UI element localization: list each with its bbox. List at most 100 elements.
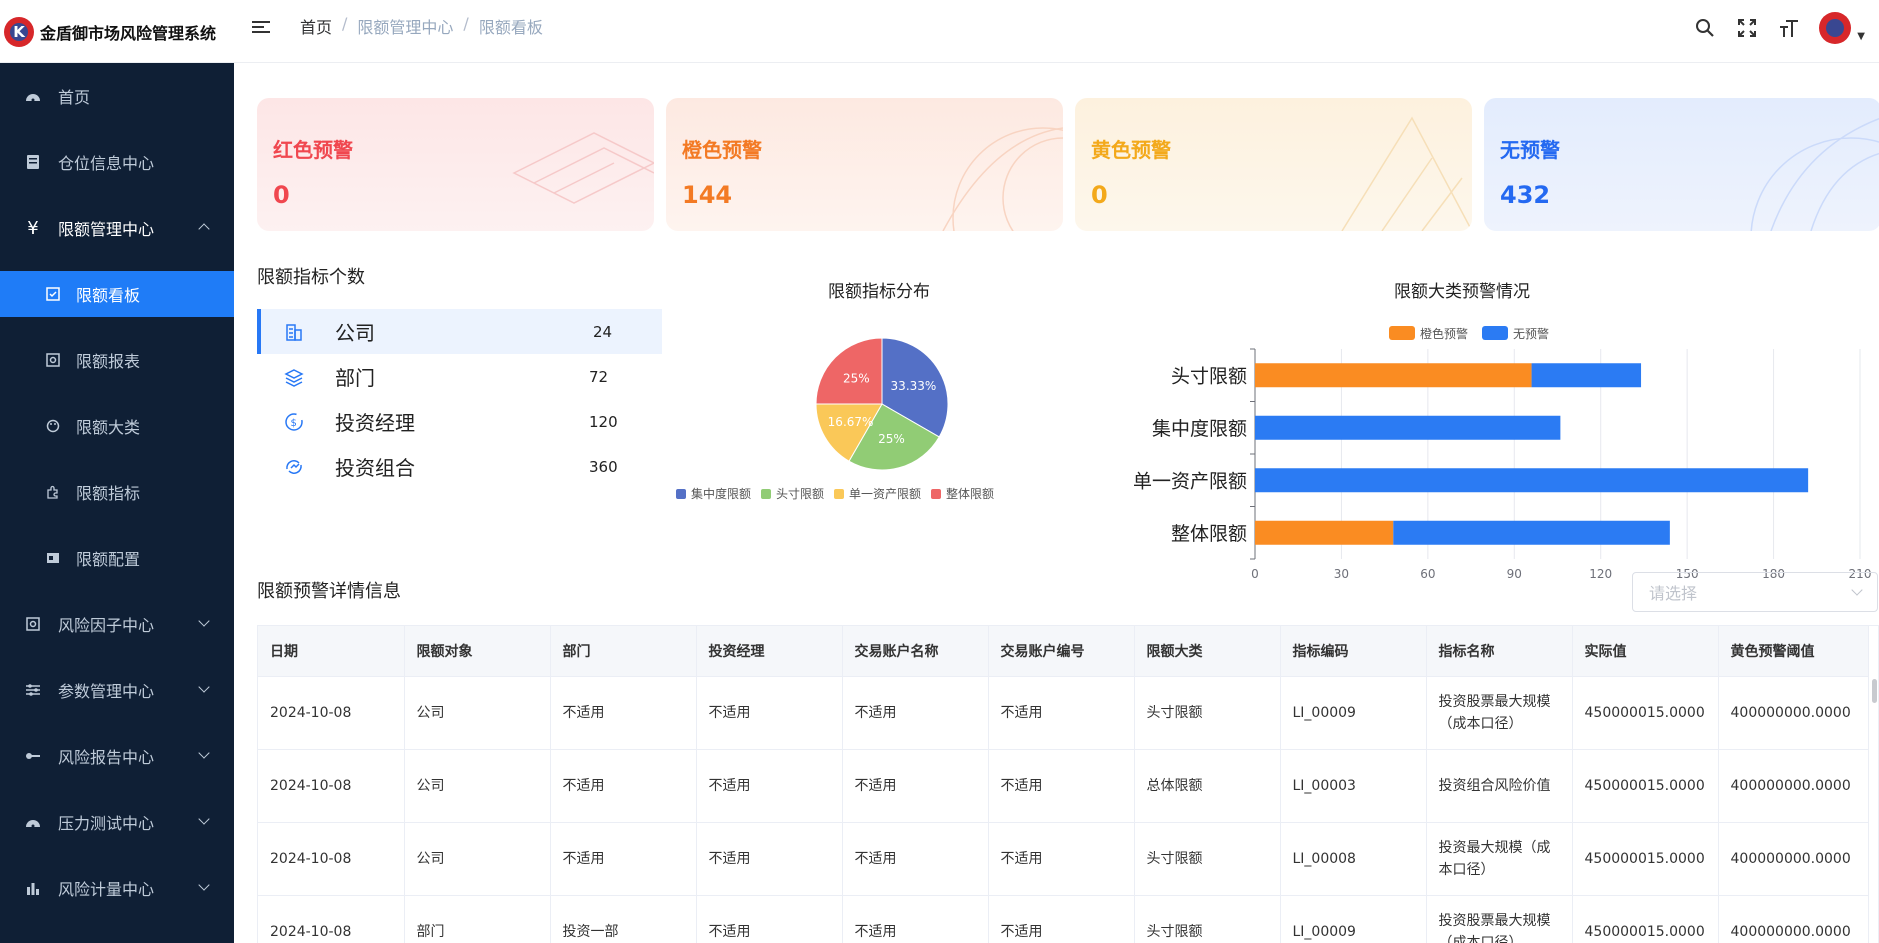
sidebar-item-home[interactable]: 首页 [0, 63, 234, 129]
sidebar-item-limit-category[interactable]: 限额大类 [0, 393, 234, 459]
sidebar-item-limit-center[interactable]: ¥ 限额管理中心 [0, 195, 234, 261]
count-row-company[interactable]: 公司 24 [257, 309, 662, 354]
x-tick-label: 120 [1589, 567, 1612, 581]
sidebar-item-limit-board[interactable]: 限额看板 [0, 271, 234, 317]
table-header-cell: 部门 [550, 626, 697, 677]
x-tick-label: 0 [1251, 567, 1259, 581]
pie-chart-svg: 限额指标分布 33.33% 25% 16.67% 25% 集中度限额 头寸限额 单一资产限额 整… [676, 282, 994, 501]
count-row-portfolio[interactable]: 投资组合 360 [257, 444, 662, 489]
table-row[interactable]: 2024-10-08 公司 不适用 不适用 不适用 不适用 头寸限额 LI_00008 投资最大… [258, 822, 1869, 896]
table-row[interactable]: 2024-10-08 公司 不适用 不适用 不适用 不适用 总体限额 LI_00003 投资组合… [258, 749, 1869, 823]
bar-chart: 限额大类预警情况 橙色预警 无预警 0 30 60 90 120 150 180 210 头寸限额 集中… [1084, 263, 1879, 603]
chevron-up-icon [198, 223, 210, 235]
bar[interactable] [1255, 520, 1394, 545]
table-cell: 2024-10-08 [258, 749, 405, 823]
table-cell: 投资一部 [550, 895, 697, 943]
table-cell: 头寸限额 [1134, 895, 1281, 943]
bar[interactable] [1255, 415, 1561, 440]
table-header-cell: 指标编码 [1280, 626, 1427, 677]
card-red-warning[interactable]: 红色预警 0 [257, 98, 654, 231]
breadcrumb-item-limit-center[interactable]: 限额管理中心 [357, 14, 453, 38]
sidebar-item-limit-report[interactable]: 限额报表 [0, 327, 234, 393]
table-cell: 不适用 [696, 749, 843, 823]
bar[interactable] [1393, 520, 1670, 545]
count-row-department[interactable]: 部门 72 [257, 354, 662, 399]
font-size-icon[interactable] [1777, 16, 1801, 40]
sliders-icon [24, 681, 42, 699]
avatar[interactable] [1819, 12, 1852, 44]
sidebar-item-param[interactable]: 参数管理中心 [0, 657, 234, 723]
key-icon [24, 747, 42, 765]
sidebar-item-risk-report[interactable]: 风险报告中心 [0, 723, 234, 789]
table-cell: 400000000.0000 [1718, 822, 1869, 896]
filter-select[interactable]: 请选择 [1632, 572, 1878, 612]
table-header-cell: 日期 [258, 626, 405, 677]
legend-swatch [931, 489, 941, 499]
legend-swatch [676, 489, 686, 499]
brand[interactable]: K 金盾御市场风险管理系统 [0, 0, 234, 63]
table-row[interactable]: 2024-10-08 公司 不适用 不适用 不适用 不适用 头寸限额 LI_00009 投资股票… [258, 676, 1869, 750]
table-cell: 总体限额 [1134, 749, 1281, 823]
pie-slice-label: 16.67% [828, 415, 874, 429]
legend-label[interactable]: 无预警 [1513, 326, 1549, 341]
table-cell: 不适用 [842, 822, 989, 896]
table-cell: 2024-10-08 [258, 676, 405, 750]
breadcrumb-item-home[interactable]: 首页 [300, 14, 332, 38]
card-orange-warning[interactable]: 橙色预警 144 [666, 98, 1063, 231]
bar[interactable] [1255, 363, 1532, 388]
table-header-cell: 交易账户编号 [988, 626, 1135, 677]
yen-icon: ¥ [27, 217, 39, 239]
table-cell: 不适用 [988, 676, 1135, 750]
table-cell: 头寸限额 [1134, 822, 1281, 896]
hamburger-icon[interactable] [252, 18, 272, 38]
table-cell: 不适用 [696, 895, 843, 943]
legend-swatch [834, 489, 844, 499]
table-cell: LI_00003 [1280, 749, 1427, 823]
table-cell: 投资股票最大规模（成本口径） [1426, 676, 1573, 750]
chevron-down-icon[interactable]: ▼ [1857, 31, 1865, 42]
y-tick-label: 头寸限额 [1171, 365, 1247, 387]
chevron-down-icon [198, 615, 210, 627]
bar[interactable] [1531, 363, 1642, 388]
table-cell: 450000015.0000 [1572, 749, 1719, 823]
count-list: 公司 24 部门 72 $ 投资经理 120 投资组合 360 [257, 309, 662, 489]
table-header-row: 日期 限额对象 部门 投资经理 交易账户名称 交易账户编号 限额大类 指标编码 指标名称 实际值黄… [258, 626, 1869, 677]
legend-label[interactable]: 橙色预警 [1420, 326, 1468, 341]
sidebar-item-limit-indicator[interactable]: 限额指标 [0, 459, 234, 525]
legend-label[interactable]: 集中度限额 [691, 486, 751, 501]
bar[interactable] [1255, 468, 1809, 493]
legend-swatch [1482, 326, 1508, 340]
config-icon [44, 549, 62, 567]
table-cell: LI_00009 [1280, 895, 1427, 943]
card-yellow-warning[interactable]: 黄色预警 0 [1075, 98, 1472, 231]
table-header-cell: 黄色预警阈值 [1718, 626, 1869, 677]
table-cell: 头寸限额 [1134, 676, 1281, 750]
search-icon[interactable] [1693, 16, 1717, 40]
sidebar-item-stress-test[interactable]: 压力测试中心 [0, 789, 234, 855]
legend-label[interactable]: 头寸限额 [776, 487, 824, 501]
sidebar-item-risk-measure[interactable]: 风险计量中心 [0, 855, 234, 921]
table-header-cell: 限额对象 [404, 626, 551, 677]
sidebar-item-limit-config[interactable]: 限额配置 [0, 525, 234, 591]
count-row-manager[interactable]: $ 投资经理 120 [257, 399, 662, 444]
table-header-cell: 投资经理 [696, 626, 843, 677]
count-section-title: 限额指标个数 [257, 267, 365, 288]
legend-label[interactable]: 整体限额 [946, 486, 994, 501]
legend-label[interactable]: 单一资产限额 [849, 487, 921, 501]
table-header-cell: 限额大类 [1134, 626, 1281, 677]
table-cell: 公司 [404, 749, 551, 823]
fullscreen-icon[interactable] [1735, 16, 1759, 40]
brand-title: 金盾御市场风险管理系统 [40, 23, 217, 43]
table-cell: 不适用 [988, 749, 1135, 823]
checkbox-icon [44, 285, 62, 303]
table-row[interactable]: 2024-10-08 部门 投资一部 不适用 不适用 不适用 头寸限额 LI_00009 投资股… [258, 895, 1869, 943]
card-no-warning[interactable]: 无预警 432 [1484, 98, 1879, 231]
table-cell: 2024-10-08 [258, 822, 405, 896]
sidebar-item-position[interactable]: 仓位信息中心 [0, 129, 234, 195]
legend-swatch [761, 489, 771, 499]
table-scrollbar[interactable] [1872, 679, 1877, 703]
ledger-icon [24, 153, 42, 171]
sidebar-item-risk-factor[interactable]: 风险因子中心 [0, 591, 234, 657]
table-header-cell: 指标名称 [1426, 626, 1573, 677]
palette-icon [44, 417, 62, 435]
